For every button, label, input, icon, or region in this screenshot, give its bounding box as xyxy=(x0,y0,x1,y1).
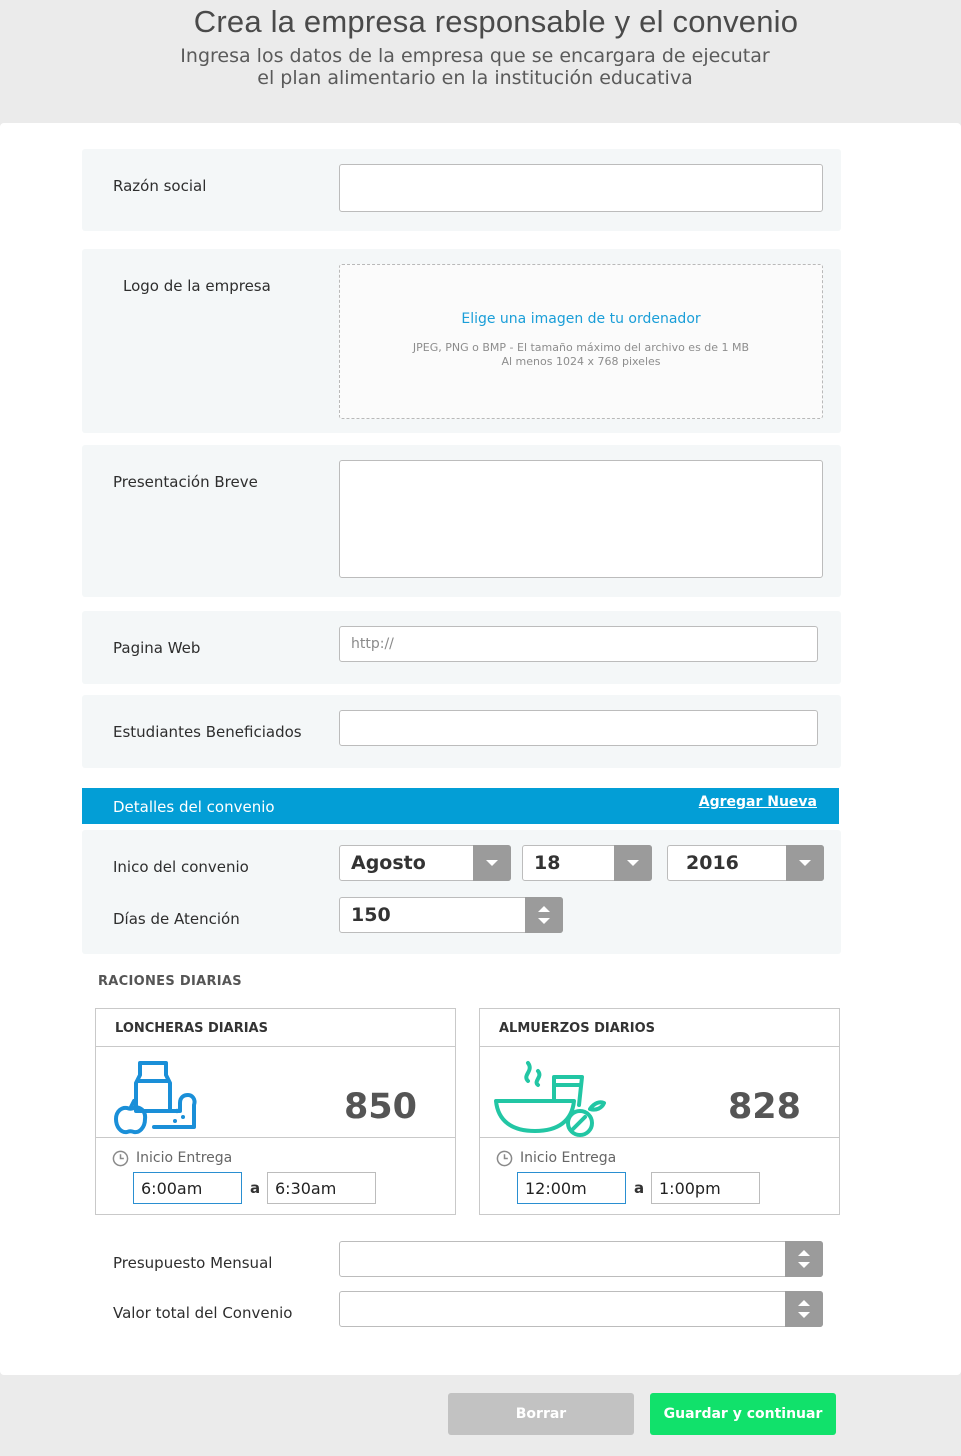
estudiantes-input[interactable] xyxy=(340,711,817,745)
milk-apple-bread-icon xyxy=(114,1061,197,1135)
soup-bowl-drink-icon xyxy=(494,1061,606,1137)
almuerzos-divider xyxy=(480,1137,839,1138)
borrar-button[interactable]: Borrar xyxy=(448,1393,634,1435)
loncheras-from-input[interactable] xyxy=(134,1173,241,1203)
loncheras-from-field[interactable] xyxy=(133,1172,242,1204)
inicio-convenio-label: Inico del convenio xyxy=(113,858,249,876)
razon-social-row: Razón social xyxy=(82,149,841,231)
valor-total-input[interactable] xyxy=(340,1292,822,1326)
loncheras-to-input[interactable] xyxy=(268,1173,375,1203)
loncheras-title: LONCHERAS DIARIAS xyxy=(115,1021,268,1036)
almuerzos-title: ALMUERZOS DIARIOS xyxy=(499,1021,656,1036)
razon-social-field[interactable] xyxy=(339,164,823,212)
loncheras-to-field[interactable] xyxy=(267,1172,376,1204)
year-value: 2016 xyxy=(686,852,739,874)
day-select[interactable]: 18 xyxy=(522,845,652,881)
almuerzos-from-field[interactable] xyxy=(517,1172,626,1204)
upload-hint-formats: JPEG, PNG o BMP - El tamaño máximo del a… xyxy=(412,341,750,354)
page-subtitle: Ingresa los datos de la empresa que se e… xyxy=(150,45,800,89)
almuerzos-to-field[interactable] xyxy=(651,1172,760,1204)
loncheras-header: LONCHERAS DIARIAS xyxy=(96,1009,455,1047)
form-card: Razón social Logo de la empresa Elige un… xyxy=(0,123,961,1375)
presentacion-row: Presentación Breve xyxy=(82,445,841,597)
loncheras-divider xyxy=(96,1137,455,1138)
day-value: 18 xyxy=(534,852,561,874)
raciones-title: RACIONES DIARIAS xyxy=(98,974,242,989)
loncheras-card: LONCHERAS DIARIAS 850 Inicio Entrega a xyxy=(95,1008,456,1215)
valor-total-stepper-arrows-icon[interactable] xyxy=(785,1291,823,1327)
day-dropdown-chevron-icon[interactable] xyxy=(614,845,652,881)
upload-hint-size: Al menos 1024 x 768 pixeles xyxy=(501,355,661,368)
dias-atencion-label: Días de Atención xyxy=(113,910,240,928)
month-value: Agosto xyxy=(351,852,426,874)
month-select[interactable]: Agosto xyxy=(339,845,511,881)
page-subtitle-line2: el plan alimentario en la institución ed… xyxy=(257,67,693,89)
dias-stepper-arrows-icon[interactable] xyxy=(525,897,563,933)
dias-atencion-stepper[interactable]: 150 xyxy=(339,897,563,933)
presupuesto-input[interactable] xyxy=(340,1242,822,1276)
year-dropdown-chevron-icon[interactable] xyxy=(786,845,824,881)
logo-dropzone[interactable]: Elige una imagen de tu ordenador JPEG, P… xyxy=(339,264,823,419)
razon-social-input[interactable] xyxy=(340,165,822,211)
loncheras-start-label: Inicio Entrega xyxy=(136,1150,233,1166)
razon-social-label: Razón social xyxy=(113,177,207,195)
convenio-details-row: Inico del convenio Agosto 18 2016 Días d… xyxy=(82,830,841,954)
valor-total-label: Valor total del Convenio xyxy=(113,1304,293,1322)
clock-icon xyxy=(112,1150,129,1167)
presupuesto-stepper-arrows-icon[interactable] xyxy=(785,1241,823,1277)
presentacion-textarea[interactable] xyxy=(340,461,822,577)
almuerzos-sep: a xyxy=(634,1179,645,1197)
loncheras-sep: a xyxy=(250,1179,261,1197)
logo-row: Logo de la empresa Elige una imagen de t… xyxy=(82,249,841,433)
almuerzos-count: 828 xyxy=(727,1087,801,1127)
estudiantes-field[interactable] xyxy=(339,710,818,746)
almuerzos-card: ALMUERZOS DIARIOS 828 Inicio Entrega a xyxy=(479,1008,840,1215)
valor-total-field[interactable] xyxy=(339,1291,823,1327)
presentacion-field[interactable] xyxy=(339,460,823,578)
year-select[interactable]: 2016 xyxy=(667,845,824,881)
convenio-section-bar: Detalles del convenio Agregar Nueva xyxy=(82,788,839,824)
loncheras-count: 850 xyxy=(343,1087,417,1127)
almuerzos-from-input[interactable] xyxy=(518,1173,625,1203)
pagina-web-row: Pagina Web xyxy=(82,611,841,684)
convenio-section-title: Detalles del convenio xyxy=(113,798,275,816)
almuerzos-header: ALMUERZOS DIARIOS xyxy=(480,1009,839,1047)
guardar-continuar-button[interactable]: Guardar y continuar xyxy=(650,1393,836,1435)
presentacion-label: Presentación Breve xyxy=(113,473,258,491)
page-title: Crea la empresa responsable y el conveni… xyxy=(193,4,799,39)
presupuesto-label: Presupuesto Mensual xyxy=(113,1254,273,1272)
upload-hint: JPEG, PNG o BMP - El tamaño máximo del a… xyxy=(340,341,822,369)
estudiantes-row: Estudiantes Beneficiados xyxy=(82,695,841,768)
page-subtitle-line1: Ingresa los datos de la empresa que se e… xyxy=(180,45,770,67)
month-dropdown-chevron-icon[interactable] xyxy=(473,845,511,881)
almuerzos-start-label: Inicio Entrega xyxy=(520,1150,617,1166)
estudiantes-label: Estudiantes Beneficiados xyxy=(113,723,302,741)
pagina-web-field[interactable] xyxy=(339,626,818,662)
pagina-web-label: Pagina Web xyxy=(113,639,201,657)
almuerzos-to-input[interactable] xyxy=(652,1173,759,1203)
choose-image-link[interactable]: Elige una imagen de tu ordenador xyxy=(340,311,822,327)
logo-label: Logo de la empresa xyxy=(123,277,271,295)
presupuesto-field[interactable] xyxy=(339,1241,823,1277)
pagina-web-input[interactable] xyxy=(340,627,817,661)
agregar-nueva-link[interactable]: Agregar Nueva xyxy=(699,794,817,810)
clock-icon xyxy=(496,1150,513,1167)
dias-atencion-value: 150 xyxy=(351,904,391,926)
